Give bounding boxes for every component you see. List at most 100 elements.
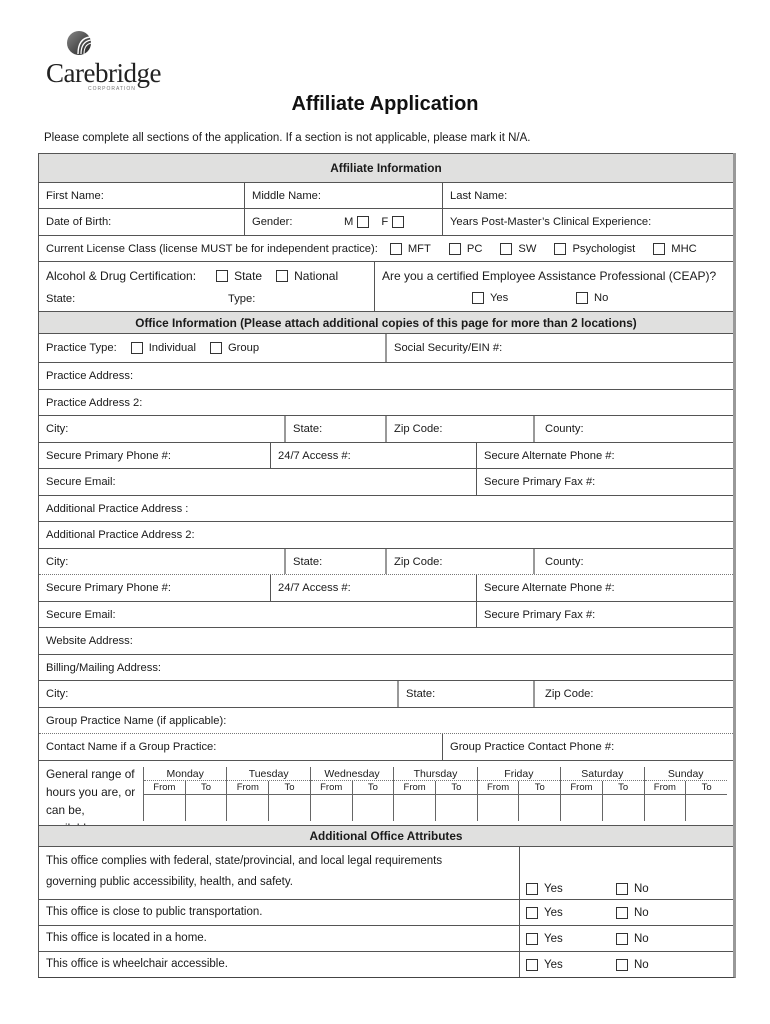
access-247-field[interactable]: 24/7 Access #: [270,575,476,601]
to-label: To [601,781,644,794]
from-time-input[interactable] [478,795,519,821]
alt-phone-field[interactable]: Secure Alternate Phone #: [476,575,733,601]
license-option-psychologist[interactable]: Psychologist [554,242,635,255]
billing-zip-field[interactable]: Zip Code: [533,681,733,707]
to-time-input[interactable] [601,795,644,821]
middle-name-field[interactable]: Middle Name: [244,183,442,208]
ceap-yes-option[interactable]: Yes [472,292,562,304]
checkbox[interactable] [616,883,628,895]
checkbox[interactable] [357,216,370,228]
attribute-no-option[interactable]: No [616,883,706,895]
attribute-no-option[interactable]: No [616,958,706,971]
billing-address-field[interactable]: Billing/Mailing Address: [39,655,733,680]
add-practice-address-field[interactable]: Additional Practice Address : [39,496,733,521]
billing-state-field[interactable]: State: [397,681,533,707]
checkbox[interactable] [616,906,628,919]
gender-f-option[interactable]: F [381,216,405,228]
city-row-2: City: State: Zip Code: County: [39,548,733,574]
checkbox[interactable] [616,932,628,945]
attribute-no-option[interactable]: No [616,932,706,945]
to-label: To [434,781,477,794]
to-time-input[interactable] [351,795,394,821]
to-time-input[interactable] [268,795,310,821]
practice-type-group[interactable]: Group [209,342,259,354]
gender-m-option[interactable]: M [344,216,370,228]
checkbox[interactable] [389,242,402,255]
practice-address-2-field[interactable]: Practice Address 2: [39,390,733,415]
checkbox[interactable] [276,269,289,282]
checkbox[interactable] [526,958,538,971]
county-field[interactable]: County: [533,549,733,574]
ssn-ein-field[interactable]: Social Security/EIN #: [385,334,733,362]
email-field[interactable]: Secure Email: [39,469,476,495]
to-time-input[interactable] [685,795,727,821]
from-time-input[interactable] [645,795,686,821]
last-name-field[interactable]: Last Name: [442,183,733,208]
primary-phone-field[interactable]: Secure Primary Phone #: [39,575,270,601]
group-name-field[interactable]: Group Practice Name (if applicable): [39,708,733,733]
from-time-input[interactable] [227,795,268,821]
to-time-input[interactable] [184,795,227,821]
from-time-input[interactable] [394,795,435,821]
from-time-input[interactable] [144,795,185,821]
state-field[interactable]: State: [284,416,385,442]
first-name-field[interactable]: First Name: [39,183,244,208]
license-option-mhc[interactable]: MHC [653,242,697,255]
zip-field[interactable]: Zip Code: [385,416,533,442]
years-experience-field[interactable]: Years Post-Master’s Clinical Experience: [442,209,733,235]
primary-phone-field[interactable]: Secure Primary Phone #: [39,443,270,468]
day-column-saturday: Saturday From To [560,767,644,821]
checkbox[interactable] [616,958,628,971]
email-field[interactable]: Secure Email: [39,602,476,627]
license-option-sw[interactable]: SW [500,242,536,255]
checkbox[interactable] [130,342,143,354]
license-option-pc[interactable]: PC [448,242,482,255]
checkbox[interactable] [554,242,567,255]
adc-type-field[interactable]: Type: [228,293,255,305]
billing-city-field[interactable]: City: [39,681,397,707]
attribute-yes-option[interactable]: Yes [526,932,616,945]
checkbox[interactable] [472,292,484,304]
contact-phone-field[interactable]: Group Practice Contact Phone #: [442,734,733,760]
county-field[interactable]: County: [533,416,733,442]
checkbox[interactable] [526,883,538,895]
attribute-yes-option[interactable]: Yes [526,883,616,895]
ceap-no-option[interactable]: No [576,292,608,304]
checkbox[interactable] [448,242,461,255]
attribute-no-option[interactable]: No [616,906,706,919]
website-field[interactable]: Website Address: [39,628,733,654]
to-time-input[interactable] [434,795,477,821]
practice-type-individual[interactable]: Individual [130,342,196,354]
from-time-input[interactable] [311,795,352,821]
adc-state-field[interactable]: State: [46,293,228,305]
checkbox[interactable] [209,342,222,354]
checkbox[interactable] [653,242,666,255]
state-field[interactable]: State: [284,549,385,574]
fax-field[interactable]: Secure Primary Fax #: [476,469,733,495]
from-time-input[interactable] [561,795,602,821]
from-label: From [653,782,676,793]
zip-field[interactable]: Zip Code: [385,549,533,574]
contact-name-field[interactable]: Contact Name if a Group Practice: [39,734,442,760]
fax-field[interactable]: Secure Primary Fax #: [476,602,733,627]
to-label: To [518,781,560,794]
checkbox[interactable] [526,932,538,945]
license-option-mft[interactable]: MFT [389,242,431,255]
access-247-field[interactable]: 24/7 Access #: [270,443,476,468]
checkbox[interactable] [500,242,513,255]
checkbox[interactable] [526,906,538,919]
city-field[interactable]: City: [39,416,284,442]
dob-field[interactable]: Date of Birth: [39,209,244,235]
attribute-yes-option[interactable]: Yes [526,906,616,919]
adc-option-national[interactable]: National [276,269,338,283]
checkbox[interactable] [576,292,588,304]
alt-phone-field[interactable]: Secure Alternate Phone #: [476,443,733,468]
attribute-yes-option[interactable]: Yes [526,958,616,971]
add-practice-address-2-field[interactable]: Additional Practice Address 2: [39,522,733,548]
checkbox[interactable] [216,269,229,282]
practice-address-field[interactable]: Practice Address: [39,363,733,389]
adc-option-state[interactable]: State [216,269,262,283]
to-time-input[interactable] [518,795,560,821]
city-field[interactable]: City: [39,549,284,574]
checkbox[interactable] [392,216,405,228]
